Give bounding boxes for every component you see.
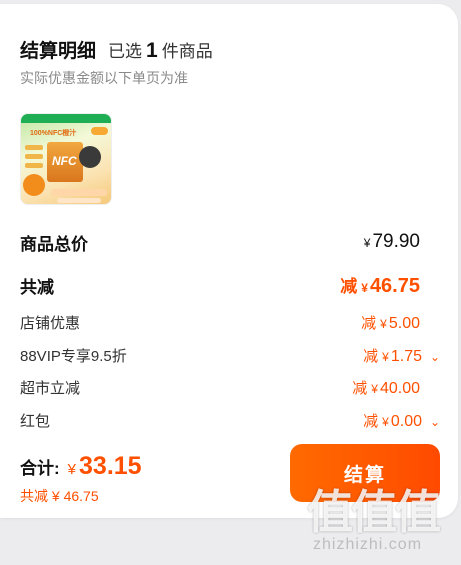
shop-discount-label: 店铺优惠 [20, 314, 81, 332]
subtotal-row: 商品总价 ¥79.90 [20, 229, 420, 255]
thumbnail-banner [21, 114, 111, 123]
total-discount-value: 减 ¥46.75 [340, 272, 420, 298]
shop-discount-amount: 5.00 [388, 314, 420, 332]
thumbnail-promo-strip [57, 198, 101, 203]
cat-mascot-image [79, 146, 101, 168]
juice-box-text: NFC [52, 154, 77, 168]
currency-symbol: ¥ [371, 381, 378, 396]
subtotal-value: ¥79.90 [360, 231, 420, 253]
page-title: 结算明细 [20, 41, 97, 62]
subtotal-amount: 79.90 [372, 231, 420, 252]
market-discount-amount: 40.00 [379, 379, 420, 397]
discount-prefix: 减 [361, 314, 377, 332]
market-discount-value: 减 ¥40.00 [352, 377, 420, 398]
currency-symbol: ¥ [382, 414, 389, 429]
redpacket-row[interactable]: 红包 减 ¥0.00 ⌄ [20, 407, 442, 433]
price-disclaimer: 实际优惠金额以下单页为准 [20, 70, 188, 86]
discount-prefix: 减 [363, 412, 379, 430]
total-saved-text: 共减 ¥ 46.75 [20, 488, 99, 504]
redpacket-value: 减 ¥0.00 ⌄ [363, 410, 442, 431]
vip-discount-value: 减 ¥1.75 ⌄ [363, 345, 442, 366]
checkout-button[interactable]: 结算 [290, 444, 440, 502]
currency-symbol: ¥ [380, 316, 387, 331]
currency-symbol: ¥ [361, 281, 368, 295]
juice-box-image: NFC [47, 142, 83, 182]
chevron-down-icon[interactable]: ⌄ [430, 415, 442, 429]
thumbnail-label [25, 145, 43, 150]
orange-image [23, 174, 45, 196]
total-label: 合计: [20, 459, 60, 478]
thumbnail-tagline: 100%NFC橙汁 [30, 130, 77, 137]
subtotal-label: 商品总价 [20, 234, 88, 254]
discount-prefix: 减 [352, 379, 368, 397]
market-discount-label: 超市立减 [20, 379, 81, 397]
total-discount-row: 共减 减 ¥46.75 [20, 272, 420, 298]
currency-symbol: ¥ [363, 236, 371, 250]
redpacket-amount: 0.00 [390, 412, 422, 430]
thumbnail-pill [91, 127, 108, 135]
header: 结算明细 已选 1 件商品 [20, 36, 213, 63]
selected-count: 1 [146, 39, 158, 62]
discount-prefix: 减 [363, 347, 379, 365]
selected-suffix: 件商品 [161, 42, 213, 61]
discount-prefix: 减 [340, 277, 358, 296]
shop-discount-value: 减 ¥5.00 [361, 312, 420, 333]
chevron-down-icon[interactable]: ⌄ [430, 350, 442, 364]
currency-symbol: ¥ [67, 461, 77, 478]
redpacket-label: 红包 [20, 412, 51, 430]
shop-discount-row: 店铺优惠 减 ¥5.00 [20, 309, 420, 335]
currency-symbol: ¥ [382, 349, 389, 364]
thumbnail-label [25, 154, 43, 159]
total-row: 合计: ¥ 33.15 [20, 452, 142, 481]
thumbnail-promo-strip [51, 189, 107, 196]
settlement-detail-card: 结算明细 已选 1 件商品 实际优惠金额以下单页为准 100%NFC橙汁 NFC 商… [0, 4, 458, 518]
total-amount: 33.15 [79, 452, 142, 480]
thumbnail-label [25, 163, 43, 168]
market-discount-row: 超市立减 减 ¥40.00 [20, 374, 420, 400]
vip-discount-row[interactable]: 88VIP专享9.5折 减 ¥1.75 ⌄ [20, 342, 442, 368]
watermark-url: zhizhizhi.com [313, 536, 423, 553]
total-discount-amount: 46.75 [369, 275, 420, 297]
total-discount-label: 共减 [20, 277, 54, 297]
selected-count-text: 已选 1 件商品 [108, 37, 213, 63]
product-thumbnail[interactable]: 100%NFC橙汁 NFC [20, 113, 112, 205]
vip-discount-amount: 1.75 [390, 347, 422, 365]
vip-discount-label: 88VIP专享9.5折 [20, 347, 127, 365]
selected-prefix: 已选 [108, 42, 143, 61]
